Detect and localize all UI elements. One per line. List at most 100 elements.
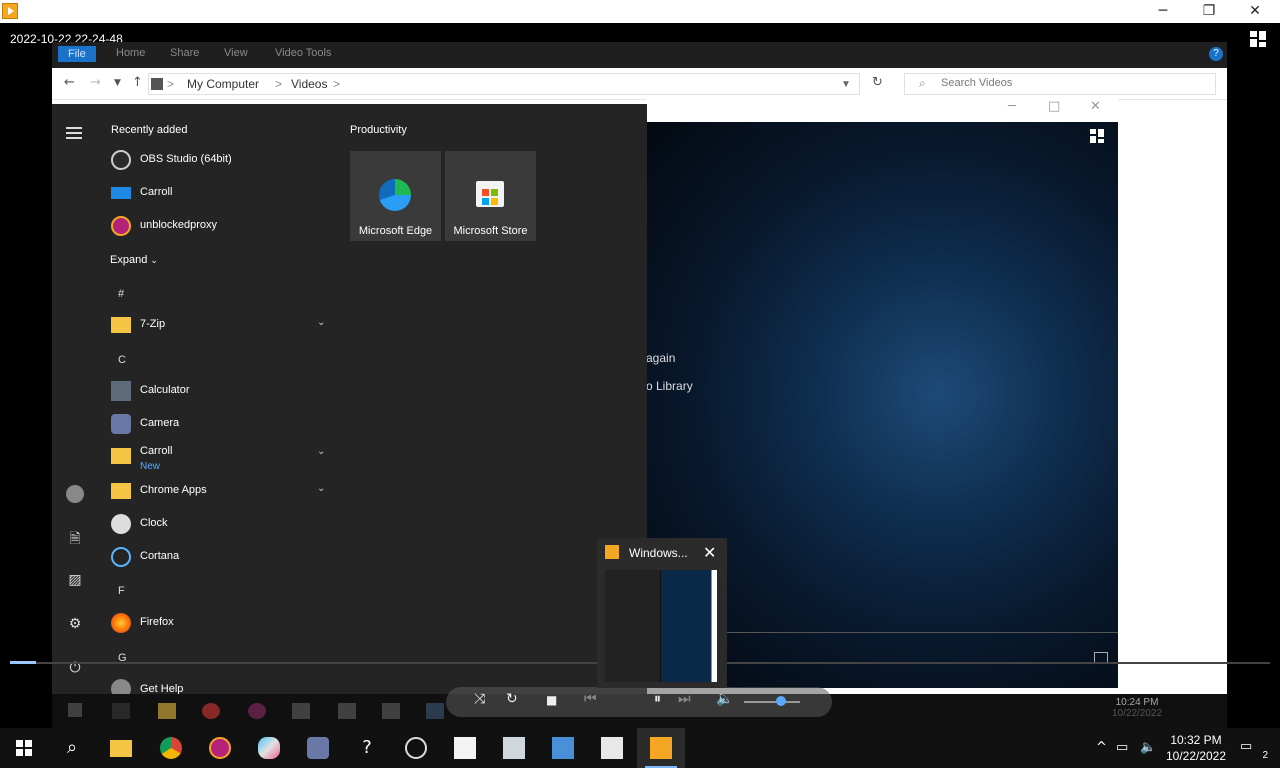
taskbar-media-player[interactable] bbox=[637, 728, 685, 768]
start-item-unblockedproxy[interactable]: unblockedproxy bbox=[111, 212, 331, 240]
clock-date: 10/22/2022 bbox=[1165, 749, 1227, 763]
tab-view[interactable]: View bbox=[224, 47, 248, 59]
computer-icon bbox=[151, 78, 163, 90]
forward-icon[interactable]: → bbox=[90, 75, 101, 90]
firefox-icon bbox=[111, 613, 131, 633]
expand-button[interactable]: Expand ⌄ bbox=[110, 254, 158, 266]
start-item-carroll-recent[interactable]: Carroll bbox=[111, 179, 331, 207]
user-avatar-icon[interactable] bbox=[66, 485, 84, 503]
next-icon[interactable]: ⏭ bbox=[678, 691, 691, 707]
search-placeholder: Search Videos bbox=[941, 77, 1013, 89]
productivity-heading: Productivity bbox=[350, 124, 407, 136]
action-center-button[interactable]: ▭ 2 bbox=[1240, 738, 1268, 761]
mtv-minimize-icon[interactable]: ─ bbox=[1008, 99, 1016, 114]
refresh-icon[interactable]: ↻ bbox=[872, 75, 883, 90]
start-item-get-help[interactable]: Get Help bbox=[111, 675, 331, 694]
volume-slider[interactable] bbox=[744, 701, 800, 703]
calculator-icon bbox=[111, 381, 131, 401]
video-library-text[interactable]: o Library bbox=[646, 379, 693, 393]
taskbar-notepad[interactable] bbox=[588, 728, 636, 768]
back-icon[interactable]: ← bbox=[64, 75, 75, 90]
camera-icon bbox=[426, 703, 444, 719]
taskbar-unblockedproxy[interactable] bbox=[196, 728, 244, 768]
address-field[interactable]: > My Computer > Videos > ▼ bbox=[148, 73, 860, 95]
address-dropdown-icon[interactable]: ▼ bbox=[841, 79, 851, 90]
try-again-text[interactable]: again bbox=[646, 351, 675, 365]
minimize-button[interactable]: ─ bbox=[1140, 0, 1186, 23]
tile-microsoft-edge[interactable]: Microsoft Edge bbox=[350, 151, 441, 241]
taskbar-thumbnail-preview[interactable]: Windows... ✕ bbox=[597, 538, 727, 688]
view-toggle-icon[interactable] bbox=[1250, 31, 1268, 47]
close-button[interactable]: ✕ bbox=[1232, 0, 1278, 23]
taskbar-get-help[interactable]: ? bbox=[343, 728, 391, 768]
documents-icon[interactable]: 🗎 bbox=[66, 528, 84, 547]
volume-icon[interactable]: 🔈 bbox=[716, 691, 733, 707]
start-item-firefox[interactable]: Firefox bbox=[111, 609, 331, 637]
start-item-chrome-apps[interactable]: Chrome Apps ⌄ bbox=[111, 477, 331, 505]
volume-knob[interactable] bbox=[776, 696, 786, 706]
pictures-icon[interactable]: ▨ bbox=[66, 572, 84, 590]
letter-header-hash[interactable]: # bbox=[118, 288, 124, 300]
window-preview[interactable] bbox=[605, 570, 717, 682]
start-item-obs[interactable]: OBS Studio (64bit) bbox=[111, 146, 331, 174]
search-input[interactable]: ⌕ Search Videos bbox=[904, 73, 1216, 95]
taskbar-app[interactable] bbox=[490, 728, 538, 768]
crumb-separator: > bbox=[167, 77, 175, 91]
start-item-label: Get Help bbox=[140, 683, 184, 694]
taskbar-control-panel[interactable] bbox=[539, 728, 587, 768]
mtv-maximize-icon[interactable]: □ bbox=[1048, 99, 1060, 114]
tile-microsoft-store[interactable]: Microsoft Store bbox=[445, 151, 536, 241]
start-item-7zip[interactable]: 7-Zip ⌄ bbox=[111, 311, 331, 339]
search-icon bbox=[112, 703, 130, 719]
crumb-my-computer[interactable]: My Computer bbox=[187, 77, 259, 91]
stop-icon[interactable]: ■ bbox=[546, 693, 557, 707]
start-item-cortana[interactable]: Cortana bbox=[111, 543, 331, 571]
start-item-label: Firefox bbox=[140, 616, 174, 628]
start-item-camera[interactable]: Camera bbox=[111, 410, 331, 438]
start-item-calculator[interactable]: Calculator bbox=[111, 377, 331, 405]
tab-share[interactable]: Share bbox=[170, 47, 199, 59]
taskbar-search-button[interactable]: ⌕ bbox=[48, 728, 96, 768]
tab-video-tools[interactable]: Video Tools bbox=[275, 47, 331, 59]
taskbar-paint[interactable] bbox=[245, 728, 293, 768]
folder-icon bbox=[111, 317, 131, 333]
taskbar-chrome[interactable] bbox=[147, 728, 195, 768]
start-item-clock[interactable]: Clock bbox=[111, 510, 331, 538]
previous-icon[interactable]: ⏮ bbox=[584, 691, 597, 707]
media-player-icon bbox=[650, 737, 672, 759]
volume-muted-icon[interactable]: 🔈 bbox=[1140, 740, 1156, 755]
recent-dropdown-icon[interactable]: ▼ bbox=[114, 78, 121, 88]
shuffle-icon[interactable]: ⤨ bbox=[474, 691, 485, 707]
settings-gear-icon[interactable]: ⚙ bbox=[66, 616, 84, 634]
taskbar-obs[interactable] bbox=[392, 728, 440, 768]
network-icon[interactable]: ▭ bbox=[1116, 740, 1128, 755]
mtv-view-icon[interactable] bbox=[1090, 129, 1106, 143]
letter-header-f[interactable]: F bbox=[118, 585, 125, 597]
start-item-label: Clock bbox=[140, 517, 168, 529]
movies-tv-titlebar: ─ □ ✕ bbox=[646, 95, 1118, 122]
mtv-close-icon[interactable]: ✕ bbox=[1090, 99, 1101, 114]
app-icon bbox=[503, 737, 525, 759]
repeat-icon[interactable]: ↻ bbox=[506, 691, 518, 707]
up-icon[interactable]: ↑ bbox=[132, 75, 143, 90]
hamburger-menu-icon[interactable] bbox=[66, 124, 84, 142]
taskbar-store[interactable] bbox=[441, 728, 489, 768]
show-hidden-icons-icon[interactable]: ^ bbox=[1096, 740, 1107, 755]
folder-icon bbox=[111, 483, 131, 499]
start-button[interactable] bbox=[0, 728, 48, 768]
letter-header-c[interactable]: C bbox=[118, 354, 126, 366]
player-app-icon bbox=[605, 545, 619, 559]
restore-button[interactable]: ❐ bbox=[1186, 0, 1232, 23]
crumb-videos[interactable]: Videos bbox=[291, 77, 327, 91]
help-icon[interactable]: ? bbox=[1209, 47, 1223, 61]
notepad-icon bbox=[601, 737, 623, 759]
tab-file[interactable]: File bbox=[58, 46, 96, 62]
taskbar-file-explorer[interactable] bbox=[97, 728, 145, 768]
computer-icon bbox=[111, 187, 131, 199]
start-item-carroll[interactable]: Carroll New ⌄ bbox=[111, 440, 331, 476]
tab-home[interactable]: Home bbox=[116, 47, 145, 59]
system-clock[interactable]: 10:32 PM 10/22/2022 bbox=[1160, 732, 1232, 764]
taskbar-camera[interactable] bbox=[294, 728, 342, 768]
close-icon[interactable]: ✕ bbox=[703, 543, 716, 562]
pause-icon[interactable]: ⏸ bbox=[654, 691, 661, 707]
